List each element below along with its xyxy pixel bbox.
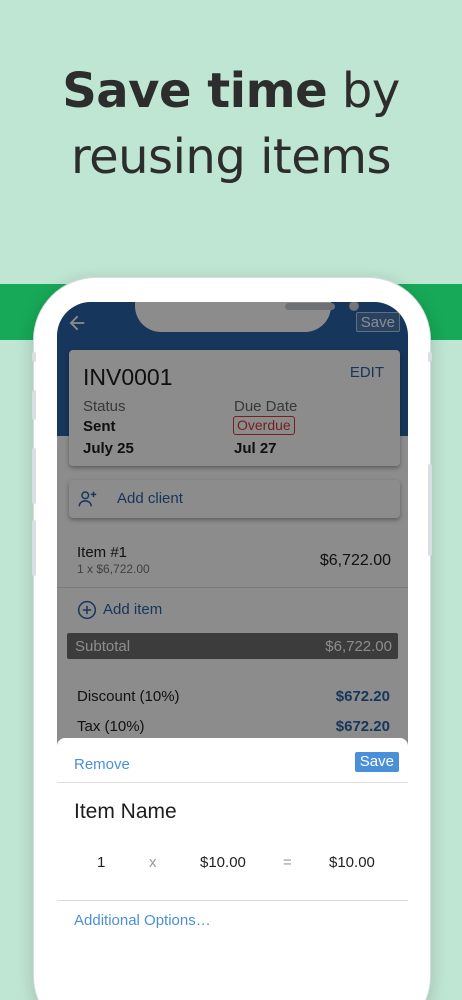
sheet-divider-top [57, 782, 408, 783]
phone-volume-down [32, 448, 36, 504]
promo-headline: Save time by reusing items [0, 58, 462, 190]
app-screen: Save INV0001 EDIT Status Sent July 25 Du… [57, 302, 408, 1000]
additional-options-link[interactable]: Additional Options… [74, 912, 211, 929]
phone-volume-down-2 [32, 520, 36, 576]
headline-bold: Save time [62, 63, 328, 119]
equals-sign: = [283, 854, 292, 871]
multiply-sign: x [149, 854, 157, 871]
phone-right-marker [428, 352, 432, 362]
headline-line2: reusing items [70, 129, 392, 185]
item-name-field[interactable]: Item Name [74, 800, 177, 824]
remove-item-button[interactable]: Remove [74, 756, 130, 773]
quantity-field[interactable]: 1 [97, 854, 105, 871]
item-bottom-sheet: Remove Save Item Name 1 x $10.00 = $10.0… [57, 738, 408, 1000]
phone-side-button [32, 352, 36, 362]
sheet-divider-bottom [57, 900, 408, 901]
line-total: $10.00 [329, 854, 375, 871]
headline-rest: by [327, 63, 400, 119]
phone-power-button [428, 464, 432, 556]
phone-volume-up [32, 390, 36, 420]
rate-field[interactable]: $10.00 [200, 854, 246, 871]
save-item-button[interactable]: Save [354, 752, 399, 772]
